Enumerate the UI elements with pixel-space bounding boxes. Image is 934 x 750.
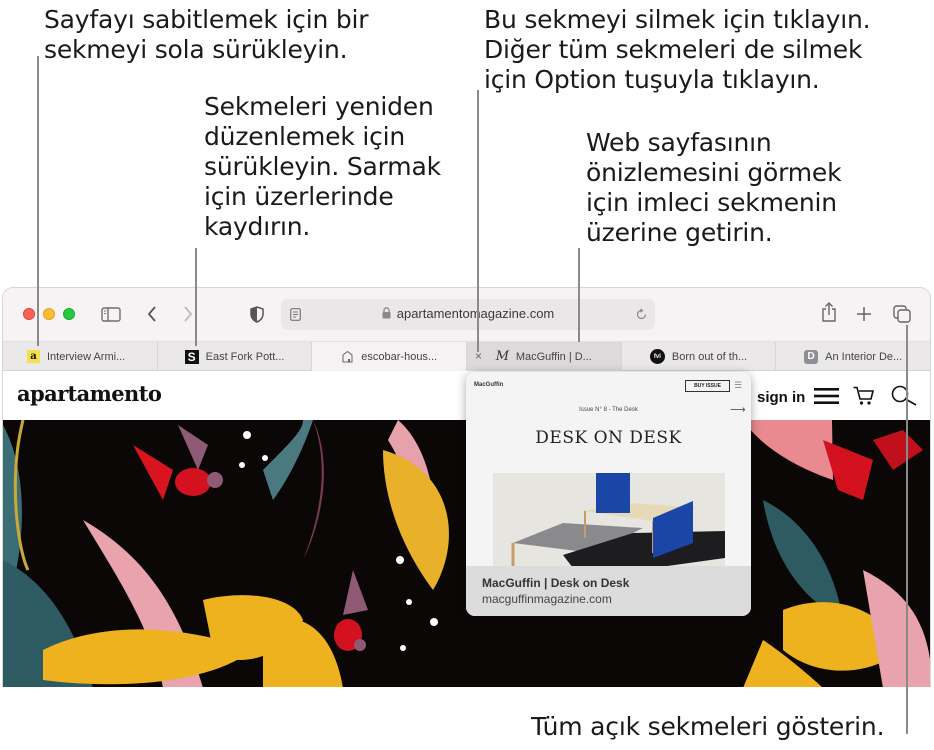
tab-macguffin[interactable]: × M MacGuffin | D... [467, 342, 622, 371]
tab-preview-popover[interactable]: MacGuffin BUY ISSUE ☰ Issue N° 8 - The D… [466, 372, 751, 616]
preview-page-title: MacGuffin | Desk on Desk [482, 576, 630, 590]
favicon-a-icon: a [27, 350, 40, 363]
preview-image [493, 473, 725, 568]
search-icon[interactable] [891, 385, 917, 407]
chevron-left-icon [147, 306, 156, 322]
privacy-report-button[interactable] [249, 304, 265, 324]
close-window-button[interactable] [23, 308, 35, 320]
share-button[interactable] [820, 302, 838, 322]
tab-title: East Fork Pott... [205, 350, 285, 363]
preview-issue: Issue N° 8 - The Desk [579, 407, 638, 413]
preview-page-url: macguffinmagazine.com [482, 592, 612, 606]
leader-line-close [477, 90, 479, 352]
plus-icon [857, 307, 871, 321]
sidebar-toggle-button[interactable] [100, 304, 122, 324]
sidebar-icon [101, 306, 121, 322]
lock-icon [382, 307, 391, 319]
tab-overview-button[interactable] [892, 304, 912, 324]
callout-show-all-tabs: Tüm açık sekmeleri gösterin. [531, 712, 885, 741]
preview-buy-button: BUY ISSUE [685, 380, 730, 392]
preview-footer: MacGuffin | Desk on Desk macguffinmagazi… [466, 566, 751, 616]
tab-interview-armi[interactable]: a Interview Armi... [3, 342, 158, 371]
toolbar: apartamentomagazine.com [3, 288, 930, 341]
shield-icon [250, 305, 264, 323]
forward-button[interactable] [181, 304, 195, 324]
preview-menu-icon: ☰ [734, 380, 743, 390]
tab-east-fork[interactable]: S East Fork Pott... [158, 342, 313, 371]
callout-preview: Web sayfasının önizlemesini görmek için … [586, 128, 842, 247]
address-bar[interactable]: apartamentomagazine.com [281, 299, 655, 330]
callout-close-tab: Bu sekmeyi silmek için tıklayın. Diğer t… [484, 5, 871, 94]
menu-icon[interactable] [814, 388, 839, 404]
tab-title: Born out of th... [671, 350, 748, 363]
preview-arrow-icon: ⟶ [730, 404, 746, 416]
chevron-right-icon [184, 306, 193, 322]
reload-icon[interactable] [635, 308, 648, 321]
tab-born-out-of[interactable]: fvl Born out of th... [622, 342, 777, 371]
leader-line-reorder [195, 248, 197, 346]
leader-line-show-all [906, 325, 908, 734]
house-page-icon [342, 350, 353, 363]
callout-pin-tab: Sayfayı sabitlemek için bir sekmeyi sola… [44, 5, 369, 64]
share-icon [822, 302, 836, 322]
callout-reorder-tabs: Sekmeleri yeniden düzenlemek için sürükl… [204, 92, 441, 241]
favicon-m-icon: M [495, 349, 509, 364]
url-text: apartamentomagazine.com [396, 306, 555, 321]
preview-headline: DESK ON DESK [535, 428, 682, 448]
favicon-d-icon: D [804, 349, 819, 364]
tab-title: Interview Armi... [47, 350, 126, 363]
tab-bar: a Interview Armi... S East Fork Pott... … [3, 341, 930, 371]
minimize-window-button[interactable] [43, 308, 55, 320]
favicon-fvl-icon: fvl [649, 349, 665, 364]
favicon-s-icon: S [184, 349, 199, 364]
preview-brand: MacGuffin [474, 382, 504, 388]
leader-line-preview [578, 248, 580, 342]
tab-overview-icon [892, 304, 911, 323]
leader-line-pin [37, 56, 39, 346]
tab-escobar-house[interactable]: escobar-hous... [312, 342, 468, 371]
cart-icon[interactable] [853, 386, 875, 406]
desk-photo [493, 473, 725, 568]
site-logo[interactable]: apartamento [17, 381, 162, 406]
tab-title: An Interior De... [825, 350, 903, 363]
maximize-window-button[interactable] [63, 308, 75, 320]
sign-in-link[interactable]: sign in [757, 389, 805, 406]
new-tab-button[interactable] [855, 304, 873, 324]
back-button[interactable] [145, 304, 159, 324]
tab-title: escobar-hous... [361, 350, 438, 363]
tab-title: MacGuffin | D... [515, 350, 592, 363]
